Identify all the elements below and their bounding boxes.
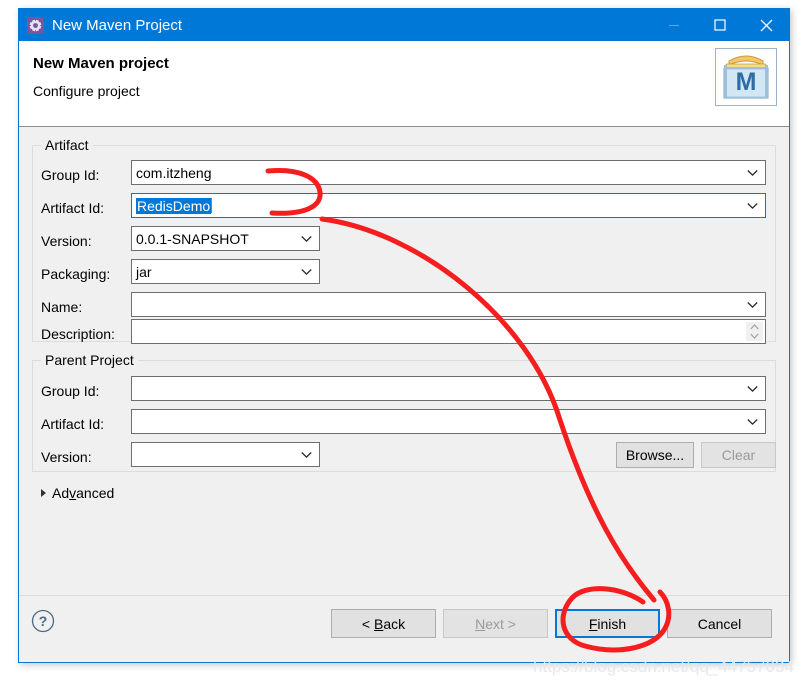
dialog-footer: ? < Back Next > Finish Cancel xyxy=(19,595,789,662)
label-artifact-packaging: Packaging: xyxy=(41,266,111,282)
chevron-down-icon[interactable] xyxy=(747,169,758,176)
artifact-group-legend: Artifact xyxy=(45,137,89,153)
chevron-right-icon xyxy=(41,489,46,497)
back-button[interactable]: < Back xyxy=(331,609,436,638)
artifact-artifact-id-value: RedisDemo xyxy=(136,197,212,214)
new-maven-project-dialog: New Maven Project New Maven project Conf… xyxy=(18,8,790,663)
label-parent-artifact-id: Artifact Id: xyxy=(41,416,105,432)
artifact-name-input[interactable] xyxy=(131,292,766,317)
next-button[interactable]: Next > xyxy=(443,609,548,638)
label-artifact-group-id: Group Id: xyxy=(41,167,100,183)
maven-logo: M xyxy=(715,48,777,106)
finish-button[interactable]: Finish xyxy=(555,609,660,638)
artifact-group-id-value: com.itzheng xyxy=(136,164,212,181)
clear-button-label: Clear xyxy=(721,447,756,463)
browse-button[interactable]: Browse... xyxy=(616,442,694,468)
label-artifact-artifact-id: Artifact Id: xyxy=(41,200,105,216)
advanced-label: Advanced xyxy=(52,485,115,501)
help-icon-label: ? xyxy=(39,613,48,629)
chevron-down-icon[interactable] xyxy=(301,235,312,242)
chevron-up-icon[interactable] xyxy=(750,323,759,330)
screenshot-root: New Maven Project New Maven project Conf… xyxy=(0,0,811,683)
gear-icon xyxy=(27,16,44,34)
text-caret xyxy=(211,198,213,213)
label-artifact-version: Version: xyxy=(41,233,92,249)
browse-button-label: Browse... xyxy=(625,447,685,463)
label-artifact-name: Name: xyxy=(41,299,83,315)
chevron-down-icon[interactable] xyxy=(747,385,758,392)
chevron-down-icon[interactable] xyxy=(301,451,312,458)
next-button-label: Next > xyxy=(475,615,516,632)
title-bar: New Maven Project xyxy=(19,9,789,41)
maximize-button[interactable] xyxy=(697,9,743,41)
maven-logo-letter: M xyxy=(736,68,757,96)
minimize-button[interactable] xyxy=(651,9,697,41)
label-parent-group-id: Group Id: xyxy=(41,383,100,399)
artifact-version-value: 0.0.1-SNAPSHOT xyxy=(136,230,249,247)
close-icon[interactable] xyxy=(743,9,789,41)
dialog-body: Artifact Group Id: com.itzheng Artifact … xyxy=(19,127,789,595)
page-subtitle: Configure project xyxy=(33,83,140,99)
finish-button-label: Finish xyxy=(588,615,627,632)
parent-project-legend: Parent Project xyxy=(45,352,134,368)
chevron-down-icon[interactable] xyxy=(747,418,758,425)
page-title: New Maven project xyxy=(33,55,169,72)
artifact-group-id-input[interactable]: com.itzheng xyxy=(131,160,766,185)
parent-version-combo[interactable] xyxy=(131,442,320,467)
wizard-header: New Maven project Configure project M xyxy=(19,41,789,127)
description-spinner[interactable] xyxy=(746,322,763,341)
advanced-expander[interactable]: Advanced xyxy=(41,485,114,501)
chevron-down-icon[interactable] xyxy=(301,268,312,275)
cancel-button-label: Cancel xyxy=(697,615,742,632)
artifact-version-combo[interactable]: 0.0.1-SNAPSHOT xyxy=(131,226,320,251)
window-title: New Maven Project xyxy=(52,16,183,34)
chevron-down-icon[interactable] xyxy=(750,333,759,340)
label-artifact-description: Description: xyxy=(41,326,115,342)
window-controls xyxy=(651,9,789,41)
parent-group-id-input[interactable] xyxy=(131,376,766,401)
label-parent-version: Version: xyxy=(41,449,92,465)
chevron-down-icon[interactable] xyxy=(747,301,758,308)
cancel-button[interactable]: Cancel xyxy=(667,609,772,638)
watermark: https://blog.csdn.net/qq_44757034 xyxy=(533,657,794,676)
back-button-label: < Back xyxy=(361,615,406,632)
parent-artifact-id-input[interactable] xyxy=(131,409,766,434)
clear-button[interactable]: Clear xyxy=(701,442,776,468)
artifact-description-input[interactable] xyxy=(131,319,766,344)
artifact-packaging-value: jar xyxy=(136,263,152,280)
help-icon[interactable]: ? xyxy=(31,609,55,633)
artifact-artifact-id-input[interactable]: RedisDemo xyxy=(131,193,766,218)
chevron-down-icon[interactable] xyxy=(747,202,758,209)
artifact-packaging-combo[interactable]: jar xyxy=(131,259,320,284)
